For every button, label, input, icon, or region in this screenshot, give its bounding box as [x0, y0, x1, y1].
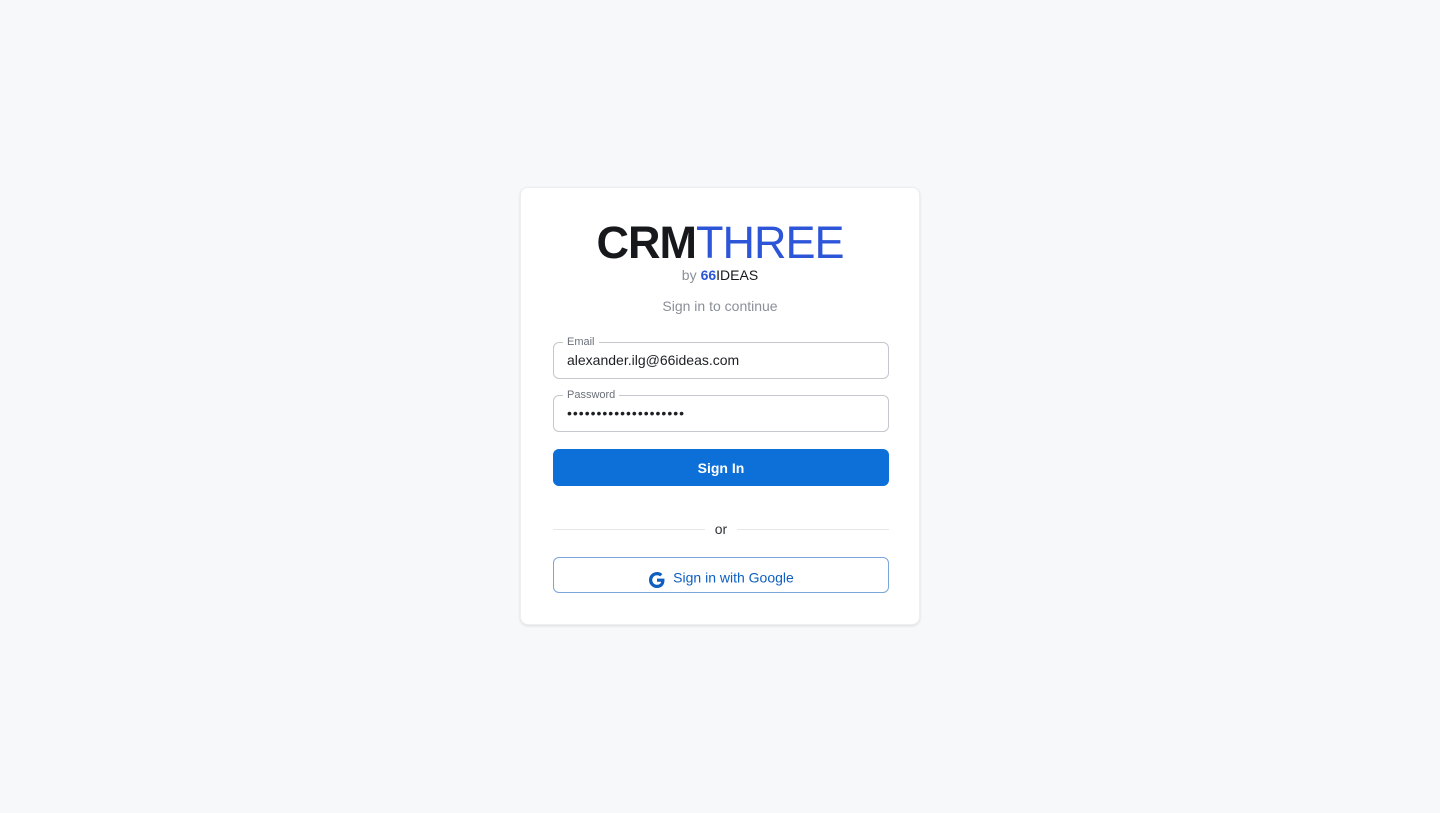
- logo-byline: by 66IDEAS: [521, 266, 919, 284]
- login-card: CRMTHREE by 66IDEAS Sign in to continue E…: [520, 187, 920, 625]
- logo-wordmark: CRMTHREE: [596, 217, 845, 268]
- logo-by: by: [681, 267, 697, 283]
- google-sign-in-button[interactable]: Sign in with Google: [553, 557, 889, 593]
- divider-left: [553, 529, 705, 530]
- google-g-icon: [648, 567, 666, 589]
- password-input[interactable]: [567, 396, 878, 431]
- crmthree-logo: CRMTHREE by 66IDEAS: [521, 217, 919, 284]
- email-input[interactable]: [567, 343, 878, 378]
- logo-ideas: IDEAS: [716, 267, 759, 283]
- sign-in-button[interactable]: Sign In: [553, 449, 889, 486]
- google-sign-in-label: Sign in with Google: [673, 569, 794, 586]
- password-field[interactable]: Password: [553, 388, 889, 432]
- logo-66: 66: [700, 267, 717, 283]
- email-field[interactable]: Email: [553, 335, 889, 379]
- signin-subtitle: Sign in to continue: [662, 298, 778, 314]
- logo-crm: CRM: [596, 217, 697, 268]
- divider-or: or: [714, 521, 728, 537]
- divider-right: [737, 529, 889, 530]
- logo-three: THREE: [695, 217, 845, 268]
